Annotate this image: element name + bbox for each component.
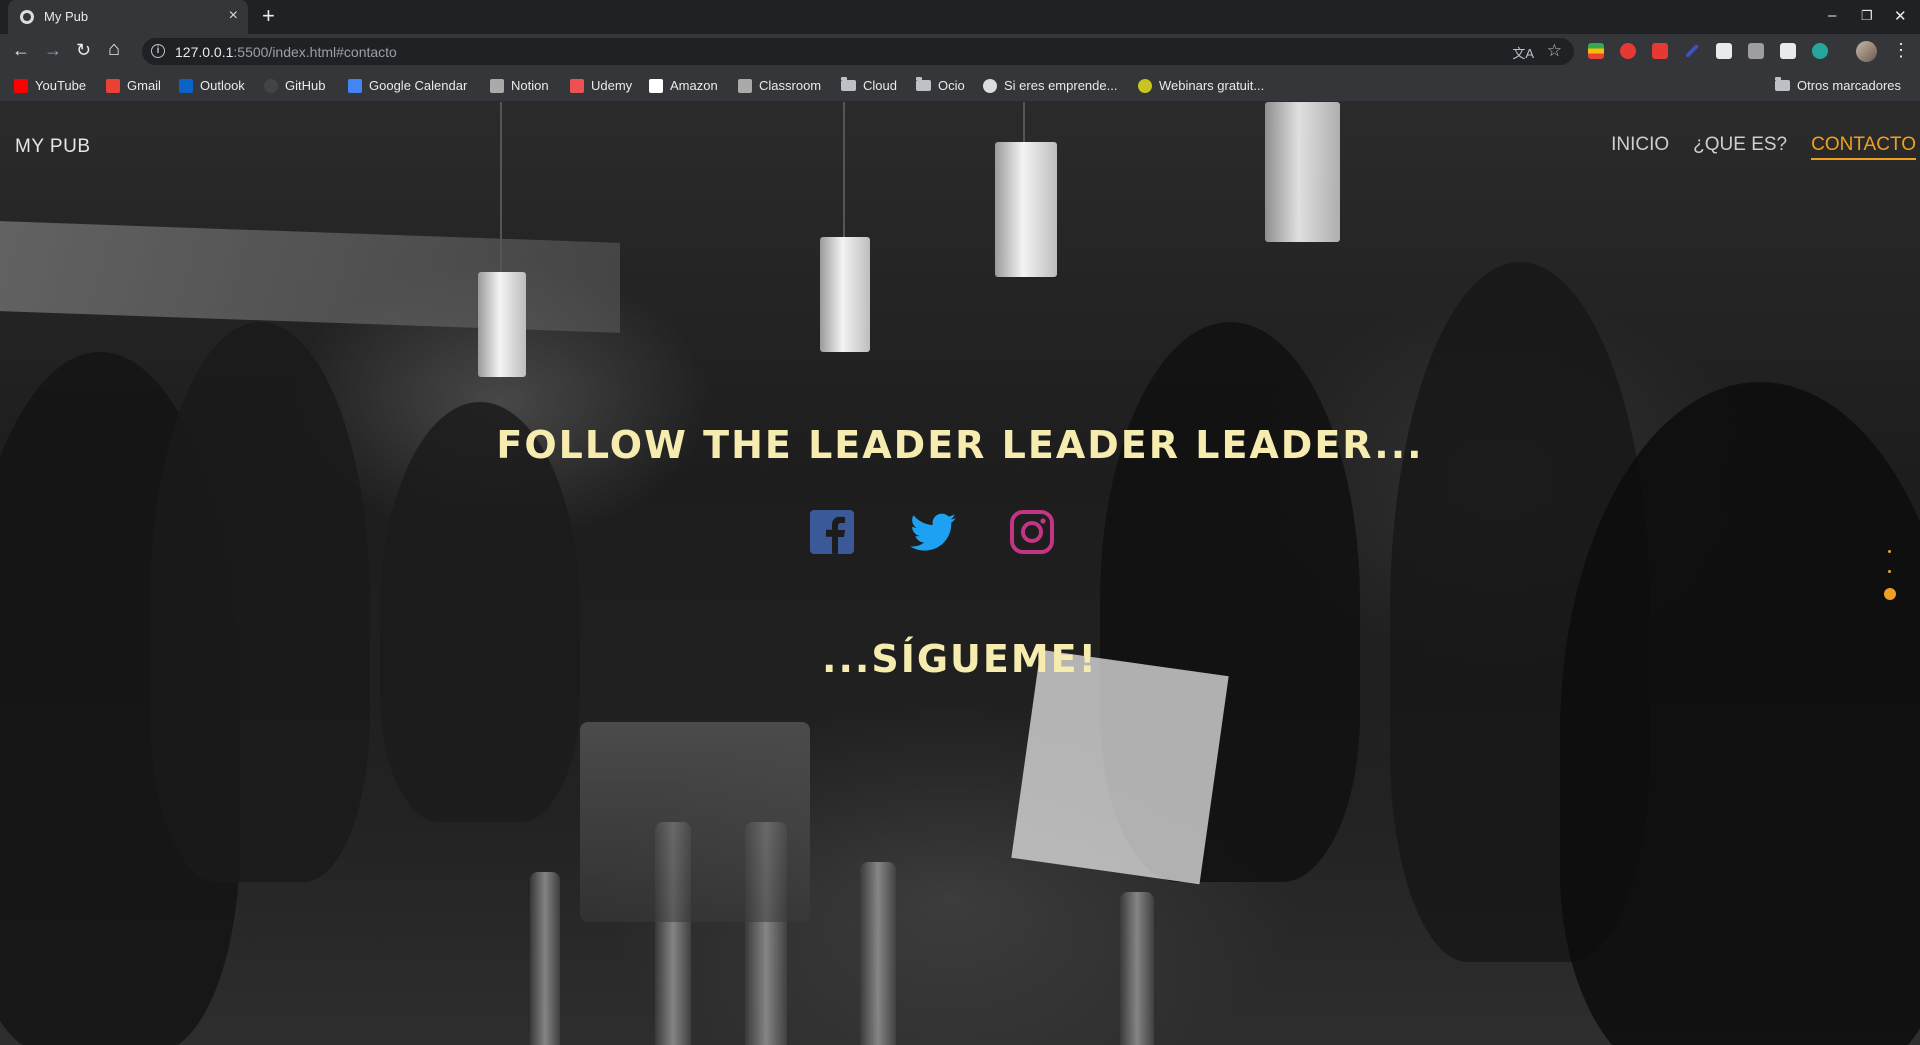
bookmark-amazon[interactable]: Amazon <box>649 77 718 94</box>
bookmark-ocio[interactable]: Ocio <box>916 77 965 94</box>
bookmarks-bar: Otros marcadores YouTube Gmail Outlook GitH… <box>0 69 1920 102</box>
facebook-icon[interactable] <box>808 508 856 556</box>
bar-ceiling-decor <box>0 221 620 333</box>
bookmark-label: Amazon <box>670 78 718 93</box>
bookmark-youtube[interactable]: YouTube <box>14 77 86 94</box>
bookmark-label: Outlook <box>200 78 245 93</box>
profile-avatar[interactable] <box>1856 41 1877 62</box>
menu-board-decor <box>1011 649 1229 885</box>
bookmark-notion[interactable]: Notion <box>490 77 549 94</box>
extension-icon[interactable] <box>1588 43 1604 59</box>
gmail-icon <box>106 78 120 93</box>
bottle-decor <box>860 862 896 1045</box>
info-icon[interactable]: i <box>151 44 165 58</box>
extension-icon[interactable] <box>1748 43 1764 59</box>
other-bookmarks[interactable]: Otros marcadores <box>1775 77 1901 94</box>
webinar-icon <box>1138 78 1152 93</box>
bookmark-si-eres-emprende[interactable]: Si eres emprende... <box>983 77 1117 94</box>
bookmark-label: YouTube <box>35 78 87 93</box>
bookmark-label: Webinars gratuit... <box>1159 78 1265 93</box>
bookmark-udemy[interactable]: Udemy <box>570 77 632 94</box>
reload-icon[interactable]: ↻ <box>76 40 91 61</box>
bookmark-google-calendar[interactable]: Google Calendar <box>348 77 467 94</box>
bookmark-webinars-gratuit[interactable]: Webinars gratuit... <box>1138 77 1264 94</box>
extension-icon[interactable] <box>1812 43 1828 59</box>
section-dot-active[interactable] <box>1884 588 1896 600</box>
bookmark-gmail[interactable]: Gmail <box>106 77 161 94</box>
udemy-icon <box>570 78 584 93</box>
nav-link-que-es[interactable]: ¿QUE ES? <box>1693 134 1787 160</box>
extension-icon[interactable] <box>1652 43 1668 59</box>
lamp-cord <box>500 102 502 272</box>
twitter-icon[interactable] <box>908 508 956 556</box>
bookmark-outlook[interactable]: Outlook <box>179 77 245 94</box>
bookmark-classroom[interactable]: Classroom <box>738 77 821 94</box>
site-brand-logo[interactable]: MY PUB <box>15 136 91 158</box>
back-icon[interactable]: ← <box>12 40 30 61</box>
folder-icon <box>841 77 856 91</box>
bookmark-star-icon[interactable]: ☆ <box>1547 41 1562 61</box>
bookmark-label: Cloud <box>863 78 897 93</box>
address-bar[interactable]: i 127.0.0.1:5500/index.html#contacto 文A … <box>142 38 1574 65</box>
outlook-icon <box>179 78 193 93</box>
bookmark-label: Ocio <box>938 78 965 93</box>
bookmark-github[interactable]: GitHub <box>264 77 325 94</box>
bookmark-label: Google Calendar <box>369 78 468 93</box>
instagram-icon[interactable] <box>1008 508 1056 556</box>
classroom-icon <box>738 78 752 93</box>
pendant-lamp <box>478 272 526 377</box>
pendant-lamp <box>995 142 1057 277</box>
globe-icon <box>983 78 997 93</box>
new-tab-button[interactable]: + <box>262 4 275 28</box>
home-icon[interactable]: ⌂ <box>108 38 120 61</box>
bookmark-label: Gmail <box>127 78 161 93</box>
restore-icon[interactable]: ❐ <box>1861 8 1873 24</box>
bookmark-cloud[interactable]: Cloud <box>841 77 897 94</box>
calendar-icon <box>348 78 362 93</box>
pendant-lamp <box>820 237 870 352</box>
bookmark-label: Si eres emprende... <box>1004 78 1118 93</box>
browser-toolbar: ← → ↻ ⌂ i 127.0.0.1:5500/index.html#cont… <box>0 34 1920 69</box>
youtube-icon <box>14 78 28 93</box>
bookmark-label: GitHub <box>285 78 326 93</box>
section-dot[interactable] <box>1888 550 1891 553</box>
crowd-silhouette <box>150 322 370 882</box>
tab-strip: My Pub × + – ❐ ✕ <box>0 0 1920 34</box>
page-hero: MY PUB INICIO ¿QUE ES? CONTACTO FOLLOW T… <box>0 102 1920 1045</box>
github-icon <box>264 78 278 93</box>
tab-title: My Pub <box>44 9 89 24</box>
nav-link-contacto[interactable]: CONTACTO <box>1811 134 1916 160</box>
bookmark-label: Udemy <box>591 78 633 93</box>
extension-icon[interactable] <box>1716 43 1732 59</box>
close-window-icon[interactable]: ✕ <box>1894 7 1907 25</box>
menu-dots-icon[interactable]: ⋮ <box>1892 40 1910 61</box>
glasses-decor <box>580 722 810 922</box>
tab-my-pub[interactable]: My Pub × <box>8 0 248 34</box>
amazon-icon <box>649 78 663 93</box>
hero-title: FOLLOW THE LEADER LEADER LEADER... <box>496 423 1424 467</box>
translate-icon[interactable]: 文A <box>1512 43 1534 62</box>
lamp-cord <box>843 102 845 237</box>
lamp-cord <box>1023 102 1025 142</box>
nav-link-inicio[interactable]: INICIO <box>1611 134 1669 160</box>
notion-icon <box>490 78 504 93</box>
bottle-decor <box>1120 892 1154 1045</box>
url-text[interactable]: 127.0.0.1:5500/index.html#contacto <box>175 44 397 60</box>
folder-icon <box>916 77 931 91</box>
pendant-lamp <box>1265 102 1340 242</box>
site-nav: INICIO ¿QUE ES? CONTACTO <box>1611 134 1916 160</box>
tab-close-icon[interactable]: × <box>229 7 238 25</box>
extension-icon[interactable] <box>1684 43 1700 59</box>
section-dot[interactable] <box>1888 570 1891 573</box>
hero-subtitle: ...SÍGUEME! <box>822 637 1098 681</box>
forward-icon[interactable]: → <box>44 40 62 61</box>
extension-icon[interactable] <box>1620 43 1636 59</box>
notion-extension-icon[interactable] <box>1780 43 1796 59</box>
minimize-icon[interactable]: – <box>1828 7 1836 24</box>
bookmark-label: Notion <box>511 78 549 93</box>
bookmark-label: Classroom <box>759 78 822 93</box>
folder-icon <box>1775 77 1790 91</box>
globe-icon <box>20 10 34 24</box>
bottle-decor <box>530 872 560 1045</box>
